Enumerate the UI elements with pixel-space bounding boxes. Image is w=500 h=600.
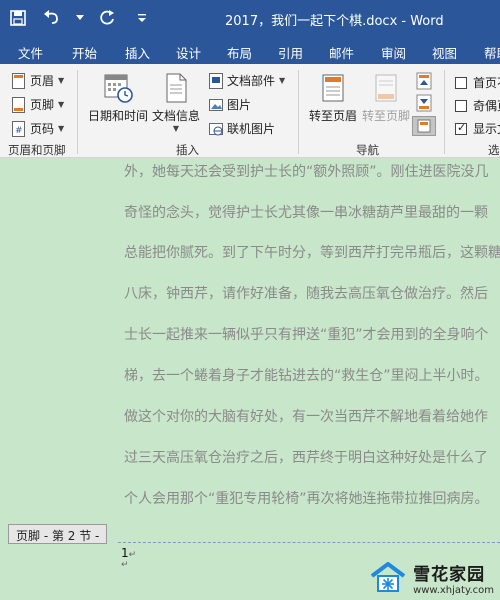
calendar-clock-icon xyxy=(102,72,134,104)
odd-even-checkbox[interactable]: 奇偶页 xyxy=(455,97,500,114)
footer-page-number[interactable]: 1↵ xyxy=(121,546,136,560)
chevron-down-icon: ▼ xyxy=(58,124,65,133)
watermark-title: 雪花家园 xyxy=(413,565,486,585)
tab-help[interactable]: 帮助 xyxy=(484,43,500,62)
tab-design[interactable]: 设计 xyxy=(176,43,201,62)
body-text-line: 过三天高压氧仓治疗之后，西芹终于明白这种好处是什么了 xyxy=(124,450,488,466)
header-icon xyxy=(12,72,26,89)
tab-view[interactable]: 视图 xyxy=(432,43,457,62)
window-title: 2017，我们一起下个棋.docx - Word xyxy=(225,14,444,29)
watermark-url: www.xhjaty.com xyxy=(413,585,494,596)
checkbox-box xyxy=(455,76,467,89)
doc-info-button[interactable]: 文档信息 ▼ xyxy=(152,72,200,133)
header-label: 页眉 xyxy=(30,74,55,88)
body-text-line: 总能把你腻死。到了下午时分，等到西芹打完吊瓶后，这颗糖 xyxy=(124,245,500,261)
picture-label: 图片 xyxy=(227,98,252,112)
checkbox-box xyxy=(455,99,467,112)
body-text-line: 梯，去一个蜷着身子才能钻进去的“救生仓”里闷上半小时。 xyxy=(124,368,489,384)
footer-icon xyxy=(12,96,26,113)
group-divider xyxy=(77,70,78,154)
header-button[interactable]: 页眉 ▼ xyxy=(12,72,64,89)
chevron-down-icon: ▼ xyxy=(172,124,180,133)
first-page-label: 首页不 xyxy=(473,76,500,90)
goto-header-label: 转至页眉 xyxy=(309,109,358,123)
paragraph-mark: ↵ xyxy=(128,550,137,560)
doc-info-label: 文档信息 xyxy=(152,109,201,123)
group-label-insert: 插入 xyxy=(176,143,199,157)
tab-mailings[interactable]: 邮件 xyxy=(329,43,354,62)
title-bar: 2017，我们一起下个棋.docx - Word xyxy=(0,0,500,38)
body-text-line: 个人会用那个“重犯专用轮椅”再次将她连拖带拉推回病房。 xyxy=(124,491,489,507)
picture-icon xyxy=(209,97,223,113)
body-text-line: 外，她每天还会受到护士长的“额外照顾”。刚住进医院没几 xyxy=(124,164,489,180)
body-text-line: 做这个对你的大脑有好处，有一次当西芹不解地看着给她作 xyxy=(124,409,488,425)
body-text-line: 士长一起推来一辆似乎只有押送“重犯”才会用到的全身响个 xyxy=(124,327,489,343)
tab-home[interactable]: 开始 xyxy=(72,43,97,62)
goto-header-button[interactable]: 转至页眉 xyxy=(309,72,357,124)
ribbon: 页眉 ▼ 页脚 ▼ # 页码 ▼ 页眉和页脚 日期和时间 文档信息 ▼ 文档部件 xyxy=(0,64,500,158)
online-picture-label: 联机图片 xyxy=(227,122,276,136)
group-divider xyxy=(444,70,445,154)
odd-even-label: 奇偶页 xyxy=(473,99,500,113)
page-number-label: 页码 xyxy=(30,122,55,136)
house-logo-icon xyxy=(369,562,407,594)
document-parts-icon xyxy=(209,72,223,89)
svg-text:#: # xyxy=(15,126,23,136)
quick-access-toolbar xyxy=(8,8,152,28)
page-number-icon: # xyxy=(12,120,26,137)
redo-icon[interactable] xyxy=(98,8,118,28)
doc-parts-label: 文档部件 xyxy=(227,74,276,88)
group-label-options: 选 xyxy=(488,143,500,157)
tab-file[interactable]: 文件 xyxy=(18,43,43,62)
body-text-line: 八床，钟西芹，请作好准备，随我去高压氧仓做治疗。然后 xyxy=(124,286,488,302)
online-picture-button[interactable]: 联机图片 xyxy=(209,120,275,137)
tab-references[interactable]: 引用 xyxy=(278,43,303,62)
chevron-down-icon: ▼ xyxy=(58,100,65,109)
goto-footer-icon xyxy=(370,72,402,104)
group-label-navigation: 导航 xyxy=(356,143,379,157)
body-text-line: 奇怪的念头，觉得护士长尤其像一串冰糖葫芦里最甜的一颗 xyxy=(124,205,488,221)
undo-icon[interactable] xyxy=(42,8,62,28)
document-info-icon xyxy=(160,72,192,104)
next-section-icon[interactable] xyxy=(414,94,434,112)
online-picture-icon xyxy=(209,121,223,137)
date-time-label: 日期和时间 xyxy=(88,109,149,123)
goto-header-icon xyxy=(317,72,349,104)
show-doc-text-checkbox[interactable]: 显示文 xyxy=(455,120,500,137)
page-number-button[interactable]: # 页码 ▼ xyxy=(12,120,64,137)
footer-button[interactable]: 页脚 ▼ xyxy=(12,96,64,113)
show-doc-label: 显示文 xyxy=(473,122,500,136)
page-number-value: 1 xyxy=(121,546,129,560)
first-page-checkbox[interactable]: 首页不 xyxy=(455,74,500,91)
watermark: 雪花家园 www.xhjaty.com xyxy=(369,560,494,596)
link-to-previous-icon[interactable] xyxy=(412,116,436,136)
footer-label: 页脚 xyxy=(30,98,55,112)
doc-parts-button[interactable]: 文档部件 ▼ xyxy=(209,72,285,89)
paragraph-mark: ↵ xyxy=(121,560,129,570)
save-icon[interactable] xyxy=(8,8,28,28)
tab-layout[interactable]: 布局 xyxy=(227,43,252,62)
previous-section-icon[interactable] xyxy=(414,72,434,90)
tab-insert[interactable]: 插入 xyxy=(125,43,150,62)
group-label-header-footer: 页眉和页脚 xyxy=(8,143,66,157)
chevron-down-icon: ▼ xyxy=(58,76,65,85)
group-divider xyxy=(298,70,299,154)
picture-button[interactable]: 图片 xyxy=(209,96,251,113)
goto-footer-button[interactable]: 转至页脚 xyxy=(362,72,410,124)
footer-boundary xyxy=(118,542,500,543)
goto-footer-label: 转至页脚 xyxy=(362,109,411,123)
tab-review[interactable]: 审阅 xyxy=(381,43,406,62)
customize-toolbar-icon[interactable] xyxy=(132,8,152,28)
ribbon-tabs: 文件 开始 插入 设计 布局 引用 邮件 审阅 视图 帮助 xyxy=(0,38,500,64)
chevron-down-icon: ▼ xyxy=(279,76,286,85)
footer-section-tag: 页脚 - 第 2 节 - xyxy=(8,524,108,544)
undo-dropdown-icon[interactable] xyxy=(76,8,84,28)
document-area[interactable]: 外，她每天还会受到护士长的“额外照顾”。刚住进医院没几 奇怪的念头，觉得护士长尤… xyxy=(0,158,500,600)
checkbox-box-checked xyxy=(455,121,467,135)
date-time-button[interactable]: 日期和时间 xyxy=(88,72,148,124)
